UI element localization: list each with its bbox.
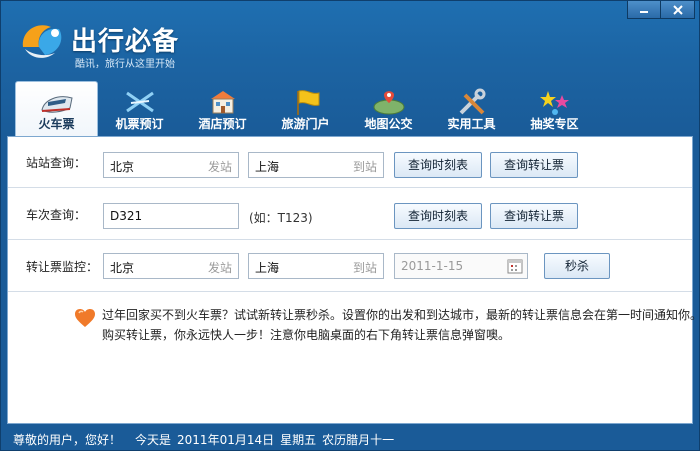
query-timetable-button[interactable]: 查询时刻表 <box>394 152 482 178</box>
tab-map-transit[interactable]: 地图公交 <box>347 81 430 136</box>
minimize-icon <box>640 10 648 13</box>
query-transfer-ticket-button[interactable]: 查询转让票 <box>490 152 578 178</box>
calendar-icon[interactable] <box>507 258 523 274</box>
train-icon <box>40 96 73 113</box>
tab-label: 实用工具 <box>447 117 496 131</box>
monitor-to-value: 上海 <box>255 261 280 275</box>
tab-train-tickets[interactable]: 火车票 <box>15 81 98 136</box>
close-icon <box>672 4 683 15</box>
lunar-date: 农历腊月十一 <box>322 432 395 447</box>
greeting-text: 尊敬的用户，您好！ <box>13 432 122 447</box>
heart-icon <box>75 309 95 327</box>
to-station-input[interactable]: 上海 到站 <box>248 152 384 178</box>
tab-label: 机票预订 <box>115 117 164 131</box>
station-query-label: 站站查询： <box>26 156 87 170</box>
query-transfer-ticket-button[interactable]: 查询转让票 <box>490 203 578 229</box>
app-title: 出行必备 <box>71 27 180 57</box>
hotel-icon <box>210 91 235 114</box>
app-subtitle: 酷讯，旅行从这里开始 <box>75 59 175 70</box>
status-bar: 尊敬的用户，您好！ 今天是 2011年01月14日 星期五 农历腊月十一 <box>1 428 699 450</box>
weekday: 星期五 <box>280 432 317 447</box>
monitor-from-value: 北京 <box>110 261 135 275</box>
transfer-monitor-row: 转让票监控： 北京 发站 上海 到站 2011-1-15 秒杀 <box>8 241 692 292</box>
close-button[interactable] <box>661 1 695 19</box>
monitor-to-station-input[interactable]: 上海 到站 <box>248 253 384 279</box>
app-window: 出行必备 酷讯，旅行从这里开始 火车票 机票预订 酒店预订 旅游门户 地图公交 … <box>0 0 700 451</box>
from-station-value: 北京 <box>110 160 135 174</box>
station-query-row: 站站查询： 北京 发站 上海 到站 查询时刻表 查询转让票 <box>8 137 692 188</box>
tab-label: 酒店预订 <box>198 117 247 131</box>
date-info: 今天是 2011年01月14日 星期五 农历腊月十一 <box>135 431 394 448</box>
tab-label: 地图公交 <box>364 117 413 131</box>
from-station-input[interactable]: 北京 发站 <box>103 152 239 178</box>
tab-bar: 火车票 机票预订 酒店预订 旅游门户 地图公交 实用工具 抽奖专区 <box>15 81 596 136</box>
monitor-date-value: 2011-1-15 <box>401 259 464 273</box>
stars-icon <box>539 91 569 115</box>
train-number-example: (如：T123) <box>249 211 313 225</box>
main-panel: 站站查询： 北京 发站 上海 到站 查询时刻表 查询转让票 车次查询： D321… <box>7 136 700 424</box>
logo-icon <box>22 25 62 58</box>
flag-icon <box>296 90 319 115</box>
tab-label: 旅游门户 <box>281 117 330 131</box>
tab-lottery-zone[interactable]: 抽奖专区 <box>513 81 596 136</box>
monitor-date-input[interactable]: 2011-1-15 <box>394 253 528 279</box>
minimize-button[interactable] <box>627 1 661 19</box>
tab-hotel-booking[interactable]: 酒店预订 <box>181 81 264 136</box>
train-query-label: 车次查询： <box>26 208 87 222</box>
tab-label: 火车票 <box>38 117 75 131</box>
transfer-monitor-label: 转让票监控： <box>26 260 99 274</box>
tab-useful-tools[interactable]: 实用工具 <box>430 81 513 136</box>
seckill-button[interactable]: 秒杀 <box>544 253 610 279</box>
query-timetable-button[interactable]: 查询时刻表 <box>394 203 482 229</box>
train-number-input[interactable]: D321 <box>103 203 239 229</box>
tab-flight-booking[interactable]: 机票预订 <box>98 81 181 136</box>
from-station-hint: 发站 <box>207 160 232 174</box>
to-station-value: 上海 <box>255 160 280 174</box>
monitor-from-station-input[interactable]: 北京 发站 <box>103 253 239 279</box>
tab-label: 抽奖专区 <box>530 117 579 131</box>
monitor-from-hint: 发站 <box>207 261 232 275</box>
to-station-hint: 到站 <box>352 160 377 174</box>
train-number-value: D321 <box>110 209 143 223</box>
tools-icon <box>459 88 485 115</box>
today-label: 今天是 <box>135 432 172 447</box>
train-query-row: 车次查询： D321 (如：T123) 查询时刻表 查询转让票 <box>8 189 692 240</box>
monitor-to-hint: 到站 <box>352 261 377 275</box>
header: 出行必备 酷讯，旅行从这里开始 <box>1 1 700 81</box>
tab-travel-portal[interactable]: 旅游门户 <box>264 81 347 136</box>
promo-notice-text: 过年回家买不到火车票？试试新转让票秒杀。设置你的出发和到达城市，最新的转让票信息… <box>102 308 700 342</box>
current-date: 2011年01月14日 <box>177 432 275 447</box>
window-controls <box>627 1 695 19</box>
airplane-icon <box>125 91 154 113</box>
map-icon <box>373 91 404 115</box>
